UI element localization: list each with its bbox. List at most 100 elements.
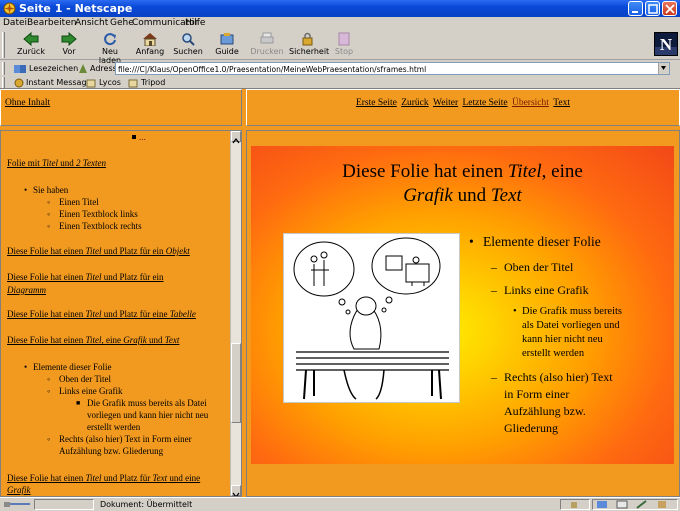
slide-navigation: Erste Seite Zurück Weiter Letzte Seite Ü… — [247, 98, 679, 108]
guide-button[interactable]: Guide — [212, 32, 242, 60]
reload-button[interactable]: Neu laden — [90, 32, 130, 65]
outline-slide-5-link[interactable]: Diese Folie hat einen Titel, eine Grafik… — [7, 334, 179, 346]
nav-uebersicht[interactable]: Übersicht — [512, 98, 549, 108]
outline-slide-4-link[interactable]: Diese Folie hat einen Titel und Platz fü… — [7, 308, 196, 320]
back-button[interactable]: Zurück — [14, 32, 48, 60]
security-button[interactable]: Sicherheit — [289, 32, 329, 60]
title-bar[interactable]: Seite 1 - Netscape — [0, 0, 680, 17]
window-title: Seite 1 - Netscape — [19, 2, 133, 15]
maximize-button[interactable] — [645, 1, 660, 16]
slide-bullet-2c: Rechts (also hier) Text — [504, 370, 613, 384]
ohne-inhalt-link[interactable]: Ohne Inhalt — [5, 98, 50, 108]
outline-slide-1-link[interactable]: Folie mit Titel und 2 Texten — [7, 157, 106, 169]
bookmarks-button[interactable]: Lesezeichen — [29, 64, 78, 73]
slide-bullet-3b: als Datei vorliegen und — [522, 320, 620, 331]
scroll-thumb[interactable] — [231, 343, 241, 423]
lycos-link[interactable]: Lycos — [99, 78, 121, 87]
dash-bullet: – — [491, 283, 497, 297]
outline-slide-3-link[interactable]: Diese Folie hat einen Titel und Platz fü… — [7, 271, 164, 283]
tripod-link[interactable]: Tripod — [141, 78, 165, 87]
navigator-component-icon[interactable] — [595, 500, 609, 509]
address-dropdown-button[interactable] — [658, 63, 669, 74]
print-button[interactable]: Drucken — [250, 32, 284, 60]
bookmarks-icon — [14, 65, 26, 73]
address-book-component-icon[interactable] — [655, 500, 669, 509]
forward-button[interactable]: Vor — [54, 32, 84, 60]
address-value: file:///C|/Klaus/OpenOffice1.0/Praesenta… — [118, 65, 427, 74]
slide-bullet-3a: Die Grafik muss bereits — [522, 306, 623, 317]
outline-text: vorliegen und kann hier nicht neu — [87, 410, 209, 420]
chevron-up-icon — [232, 138, 240, 144]
outline-text: Oben der Titel — [59, 374, 112, 384]
slide-title: Diese Folie hat einen Titel, eine Grafik… — [342, 161, 583, 206]
frame-navigation: Erste Seite Zurück Weiter Letzte Seite Ü… — [246, 89, 680, 126]
nav-weiter[interactable]: Weiter — [433, 98, 458, 108]
security-status-icon — [571, 502, 577, 508]
bullet-disc: • — [24, 185, 28, 195]
security-panel — [560, 499, 590, 510]
location-bar: Lesezeichen Adresse: file:///C|/Klaus/Op… — [0, 61, 680, 76]
instant-message-link[interactable]: Instant Message — [26, 78, 91, 87]
outline-text: erstellt werden — [87, 422, 141, 432]
slide-bullet-2c: Gliederung — [504, 421, 558, 435]
outline-text: Aufzählung bzw. Gliederung — [59, 446, 164, 456]
connection-status-icon — [4, 502, 30, 507]
minimize-icon — [632, 11, 638, 13]
progress-panel — [34, 499, 94, 510]
page-proxy-icon — [79, 64, 87, 73]
print-icon — [260, 32, 274, 44]
mail-component-icon[interactable] — [615, 500, 629, 509]
outline-slide-6-link-cont[interactable]: Grafik — [7, 484, 31, 496]
bullet-circle: ◦ — [47, 374, 51, 384]
outline-text: Links eine Grafik — [59, 386, 123, 396]
personal-grip[interactable] — [2, 77, 5, 88]
nav-erste-seite[interactable]: Erste Seite — [356, 98, 397, 108]
slide-bullet-3c: kann hier nicht neu — [522, 334, 603, 345]
slide-bullet-2c: in Form einer — [504, 387, 570, 401]
home-icon — [143, 33, 157, 46]
search-button[interactable]: Suchen — [172, 32, 204, 60]
maximize-icon — [648, 4, 658, 14]
menu-ansicht[interactable]: Ansicht — [75, 18, 108, 28]
menu-hilfe[interactable]: Hilfe — [185, 18, 205, 28]
close-button[interactable] — [662, 1, 677, 16]
dash-bullet: – — [491, 370, 497, 384]
reload-icon — [104, 33, 116, 46]
outline-slide-2-link[interactable]: Diese Folie hat einen Titel und Platz fü… — [7, 245, 190, 257]
svg-text:N: N — [660, 35, 673, 54]
bullet-circle: ◦ — [47, 434, 51, 444]
menu-bearbeiten[interactable]: Bearbeiten — [27, 18, 76, 28]
menu-datei[interactable]: Datei — [3, 18, 27, 28]
stop-button[interactable]: Stop — [332, 32, 356, 60]
bench-cartoon-drawing — [293, 237, 449, 400]
outline-scrollbar[interactable] — [230, 131, 241, 496]
outline-slide-6-link[interactable]: Diese Folie hat einen Titel und Platz fü… — [7, 472, 200, 484]
status-text: Dokument: Übermittelt — [100, 500, 193, 509]
bullet-disc: • — [513, 306, 517, 317]
nav-text[interactable]: Text — [553, 98, 570, 108]
outline-slide-3-link-cont[interactable]: Diagramm — [7, 284, 46, 296]
dash-bullet: – — [491, 260, 497, 274]
menu-gehe[interactable]: Gehe — [110, 18, 134, 28]
outline-text: Sie haben — [33, 185, 69, 195]
netscape-logo[interactable]: N — [654, 32, 678, 56]
outline-ellipsis: ... — [139, 132, 146, 142]
slide-bullet-2b: Links eine Grafik — [504, 283, 589, 297]
bullet-circle: ◦ — [47, 197, 51, 207]
close-icon — [665, 4, 675, 14]
scroll-down-button[interactable] — [231, 485, 241, 496]
back-arrow-icon — [23, 32, 39, 46]
location-grip[interactable] — [2, 62, 5, 75]
address-input[interactable]: file:///C|/Klaus/OpenOffice1.0/Praesenta… — [115, 62, 670, 75]
nav-zurueck[interactable]: Zurück — [401, 98, 428, 108]
scroll-up-button[interactable] — [231, 131, 241, 144]
toolbar-grip[interactable] — [2, 32, 5, 58]
page-content: Ohne Inhalt Erste Seite Zurück Weiter Le… — [0, 89, 680, 497]
home-button[interactable]: Anfang — [134, 32, 166, 60]
minimize-button[interactable] — [628, 1, 643, 16]
outline-text: Rechts (also hier) Text in Form einer — [59, 434, 192, 444]
frame-top-left: Ohne Inhalt — [0, 89, 242, 126]
bullet-circle: ◦ — [47, 221, 51, 231]
composer-component-icon[interactable] — [635, 500, 649, 509]
nav-letzte-seite[interactable]: Letzte Seite — [463, 98, 508, 108]
